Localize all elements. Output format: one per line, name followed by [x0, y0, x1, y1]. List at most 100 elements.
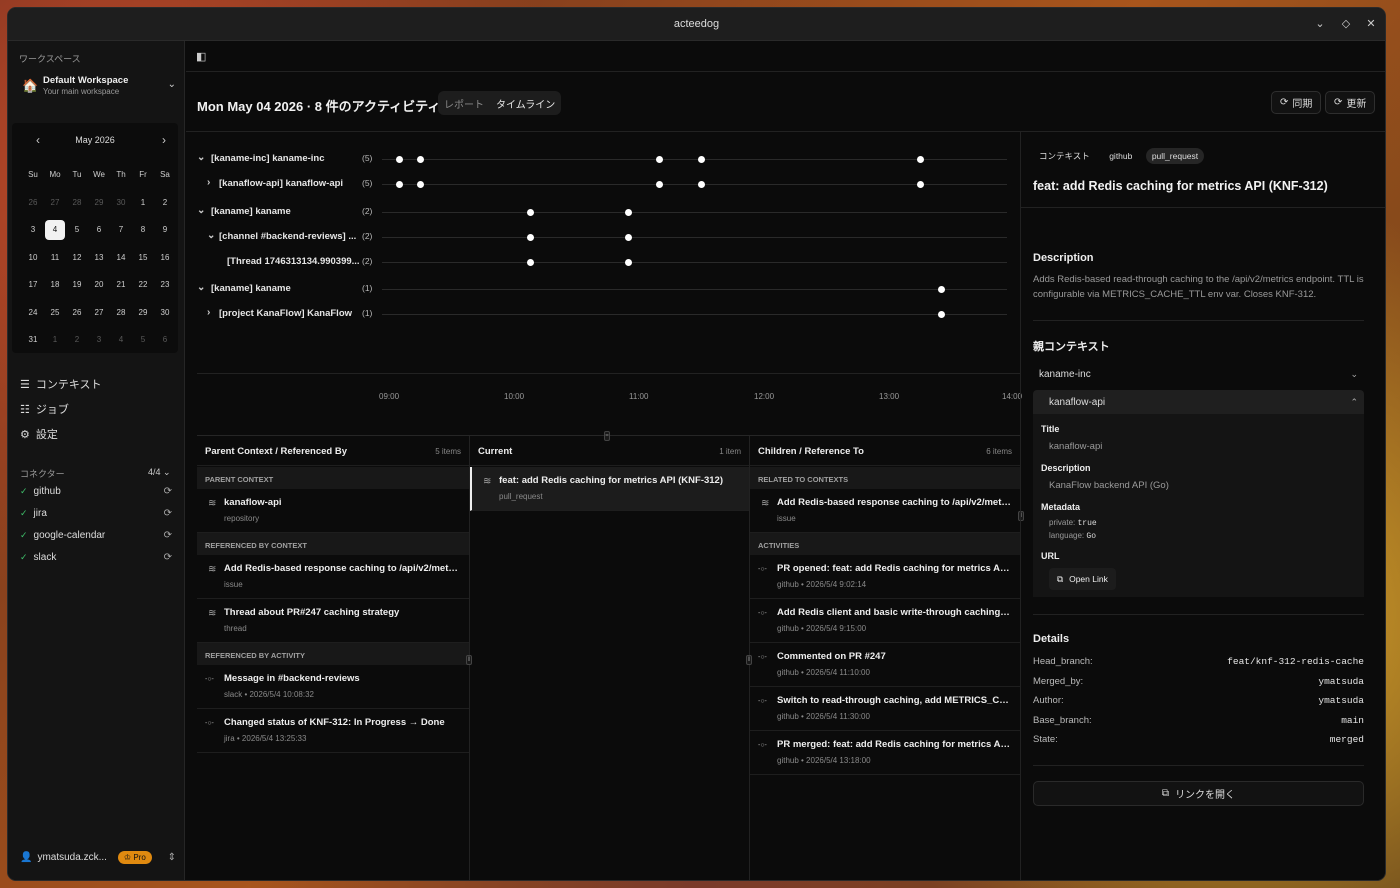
close-icon[interactable]: ✕	[1363, 17, 1379, 30]
workspace-switcher[interactable]: 🏠 Default Workspace Your main workspace …	[18, 71, 176, 107]
nav-jobs[interactable]: ☷ ジョブ	[20, 401, 69, 417]
calendar-day[interactable]: 6	[88, 216, 110, 244]
calendar-day[interactable]: 19	[66, 271, 88, 299]
refresh-icon[interactable]: ⟳	[164, 486, 172, 497]
calendar-day[interactable]: 2	[66, 326, 88, 354]
calendar-day[interactable]: 8	[132, 216, 154, 244]
calendar-day[interactable]: 30	[154, 299, 176, 327]
list-item[interactable]: -○- PR opened: feat: add Redis caching fo…	[750, 555, 1020, 599]
nav-contexts[interactable]: ☰ コンテキスト	[20, 376, 102, 392]
list-item[interactable]: ≋ kanaflow-api repository	[197, 489, 469, 533]
refresh-icon[interactable]: ⟳	[164, 552, 172, 563]
calendar-day[interactable]: 4	[44, 216, 66, 244]
list-item[interactable]: -○- Add Redis client and basic write-thro…	[750, 599, 1020, 643]
timeline-event-dot[interactable]	[527, 259, 535, 266]
calendar-day[interactable]: 30	[110, 189, 132, 217]
timeline-event-dot[interactable]	[916, 181, 924, 188]
timeline-row[interactable]: ⌄ [channel #backend-reviews] ... (2)	[197, 227, 1020, 247]
connectors-count[interactable]: 4/4 ⌄	[148, 467, 171, 478]
calendar-day[interactable]: 14	[110, 244, 132, 272]
list-item[interactable]: -○- Commented on PR #247 github • 2026/5/4…	[750, 643, 1020, 687]
connector-github[interactable]: ✓ github ⟳	[20, 486, 172, 497]
sync-button[interactable]: ⟳ 同期	[1271, 91, 1322, 114]
calendar-day[interactable]: 28	[110, 299, 132, 327]
calendar-day[interactable]: 1	[132, 189, 154, 217]
refresh-icon[interactable]: ⟳	[164, 530, 172, 541]
list-item[interactable]: ≋ Thread about PR#247 caching strategy thr…	[197, 599, 469, 643]
timeline-row[interactable]: [Thread 1746313134.990399... (2)	[197, 252, 1020, 272]
calendar-day[interactable]: 15	[132, 244, 154, 272]
timeline-row[interactable]: › [kanaflow-api] kanaflow-api (5)	[197, 174, 1020, 194]
nav-settings[interactable]: ⚙ 設定	[20, 426, 58, 442]
parent-context-collapsed[interactable]: kaname-inc ⌄	[1033, 362, 1364, 386]
list-item[interactable]: -○- Message in #backend-reviews slack • 20…	[197, 665, 469, 709]
maximize-icon[interactable]: ◇	[1338, 17, 1354, 30]
list-item[interactable]: -○- Switch to read-through caching, add M…	[750, 687, 1020, 731]
calendar-day[interactable]: 2	[154, 189, 176, 217]
calendar-day[interactable]: 13	[88, 244, 110, 272]
timeline-row[interactable]: ⌄ [kaname] kaname (2)	[197, 202, 1020, 222]
calendar-day[interactable]: 17	[22, 271, 44, 299]
list-item[interactable]: ≋ Add Redis-based response caching to /ap…	[197, 555, 469, 599]
timeline-event-dot[interactable]	[395, 156, 403, 163]
chevron-right-icon[interactable]: ›	[207, 307, 210, 318]
chevron-down-icon[interactable]: ⌄	[197, 152, 205, 163]
chevron-down-icon[interactable]: ⌄	[207, 230, 215, 241]
minimize-icon[interactable]: ⌄	[1312, 17, 1328, 30]
calendar-day[interactable]: 1	[44, 326, 66, 354]
timeline-event-dot[interactable]	[698, 156, 705, 163]
calendar-day[interactable]: 20	[88, 271, 110, 299]
calendar-day[interactable]: 29	[88, 189, 110, 217]
calendar-day[interactable]: 10	[22, 244, 44, 272]
next-month-icon[interactable]: ›	[162, 133, 166, 147]
timeline-event-dot[interactable]	[416, 156, 424, 163]
parent-context-expanded[interactable]: kanaflow-api ⌃	[1033, 390, 1364, 414]
timeline-event-dot[interactable]	[625, 234, 633, 241]
timeline-event-dot[interactable]	[527, 234, 535, 241]
list-item[interactable]: -○- Changed status of KNF-312: In Progres…	[197, 709, 469, 753]
calendar-day[interactable]: 28	[66, 189, 88, 217]
calendar-day[interactable]: 26	[22, 189, 44, 217]
sidebar-toggle-icon[interactable]: ◧	[196, 50, 206, 63]
calendar-day[interactable]: 31	[22, 326, 44, 354]
timeline-event-dot[interactable]	[656, 156, 664, 163]
calendar-day[interactable]: 7	[110, 216, 132, 244]
chevron-down-icon[interactable]: ⌄	[197, 205, 205, 216]
calendar-day[interactable]: 27	[44, 189, 66, 217]
timeline-row[interactable]: › [project KanaFlow] KanaFlow (1)	[197, 304, 1020, 324]
calendar-day[interactable]: 16	[154, 244, 176, 272]
calendar-day[interactable]: 25	[44, 299, 66, 327]
calendar-day[interactable]: 26	[66, 299, 88, 327]
timeline-event-dot[interactable]	[916, 156, 924, 163]
open-link-button[interactable]: ⧉ Open Link	[1049, 568, 1116, 590]
timeline-event-dot[interactable]	[937, 311, 945, 318]
calendar-day[interactable]: 3	[88, 326, 110, 354]
timeline-event-dot[interactable]	[625, 209, 633, 216]
refresh-icon[interactable]: ⟳	[164, 508, 172, 519]
calendar-day[interactable]: 12	[66, 244, 88, 272]
calendar-day[interactable]: 11	[44, 244, 66, 272]
connector-google-calendar[interactable]: ✓ google-calendar ⟳	[20, 530, 172, 541]
timeline-row[interactable]: ⌄ [kaname-inc] kaname-inc (5)	[197, 149, 1020, 169]
chevron-right-icon[interactable]: ›	[207, 177, 210, 188]
calendar-day[interactable]: 9	[154, 216, 176, 244]
calendar-day[interactable]: 24	[22, 299, 44, 327]
timeline-row[interactable]: ⌄ [kaname] kaname (1)	[197, 279, 1020, 299]
tab-report[interactable]: レポート	[444, 96, 484, 111]
calendar-day[interactable]: 6	[154, 326, 176, 354]
timeline-event-dot[interactable]	[698, 181, 705, 188]
calendar-day[interactable]: 23	[154, 271, 176, 299]
current-item[interactable]: ≋ feat: add Redis caching for metrics AP…	[470, 467, 749, 511]
calendar-day[interactable]: 18	[44, 271, 66, 299]
timeline-event-dot[interactable]	[656, 181, 664, 188]
list-item[interactable]: ≋ Add Redis-based response caching to /ap…	[750, 489, 1020, 533]
timeline-event-dot[interactable]	[625, 259, 633, 266]
timeline-event-dot[interactable]	[527, 209, 535, 216]
tab-timeline[interactable]: タイムライン	[496, 96, 555, 111]
calendar-day[interactable]: 5	[132, 326, 154, 354]
list-item[interactable]: -○- PR merged: feat: add Redis caching fo…	[750, 731, 1020, 775]
user-menu[interactable]: 👤 ymatsuda.zck... ♔ Pro ⇕	[20, 851, 176, 864]
calendar-day[interactable]: 22	[132, 271, 154, 299]
timeline-event-dot[interactable]	[395, 181, 403, 188]
timeline-event-dot[interactable]	[937, 286, 945, 293]
